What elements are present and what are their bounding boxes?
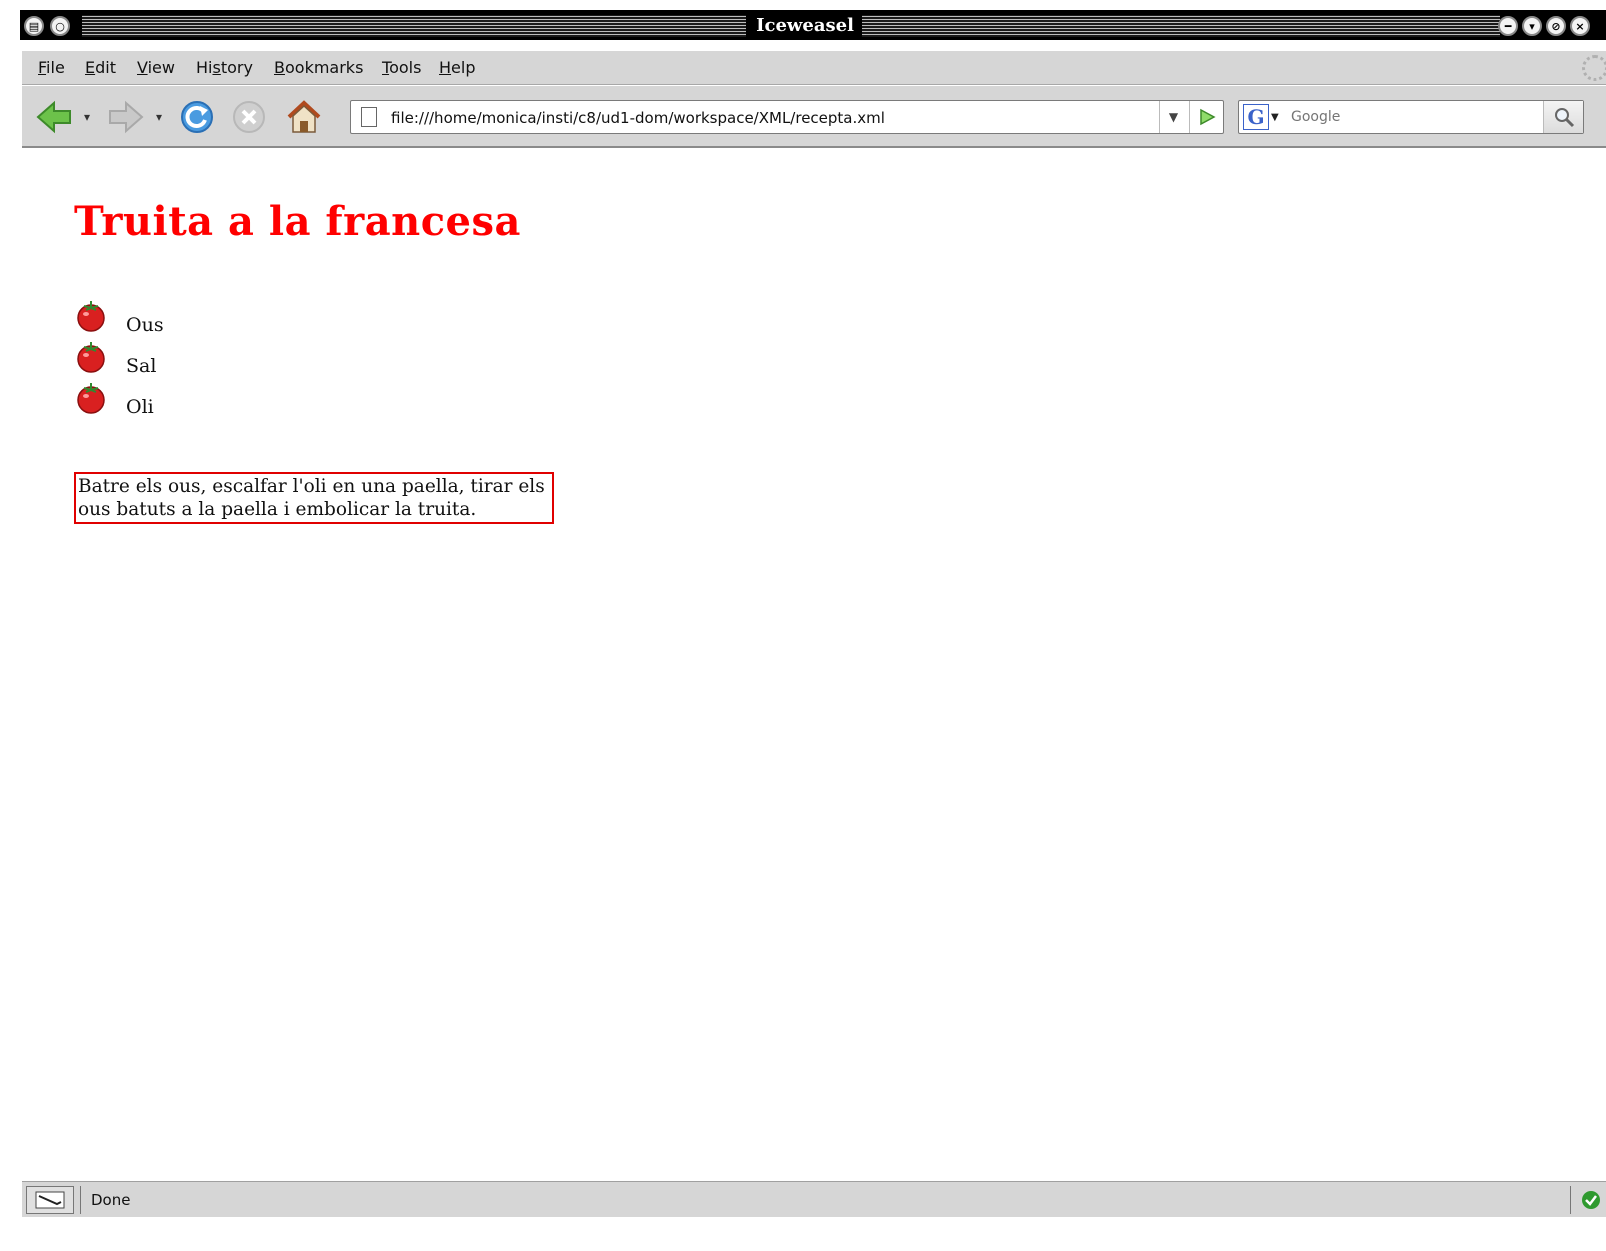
menu-label: ools [389, 58, 422, 77]
tomato-bullet-icon [77, 383, 105, 414]
window-bottom-border [20, 1217, 1606, 1251]
menu-accel: E [85, 58, 96, 77]
menu-tools[interactable]: Tools [382, 58, 421, 77]
url-history-dropdown-icon[interactable]: ▼ [1159, 101, 1187, 133]
title-decoration-right [862, 15, 1500, 37]
menu-view[interactable]: View [137, 58, 175, 77]
menu-accel: T [382, 58, 390, 77]
stop-icon[interactable] [232, 100, 266, 134]
shade-icon[interactable]: ━ [1498, 16, 1518, 36]
window-title: Iceweasel [756, 15, 854, 36]
recipe-title: Truita a la francesa [74, 198, 521, 245]
menu-help[interactable]: Help [439, 58, 475, 77]
search-icon[interactable] [1543, 101, 1583, 133]
tomato-bullet-icon [77, 342, 105, 373]
window-sticky-icon[interactable]: ○ [50, 16, 70, 36]
navigation-toolbar: ▾ ▾ file:///home/monica/insti/c8/ud1-dom… [22, 86, 1606, 148]
menu-label: ookmarks [284, 58, 364, 77]
tomato-bullet-icon [77, 301, 105, 332]
menu-accel: B [274, 58, 285, 77]
status-panel-icon[interactable] [26, 1186, 74, 1214]
forward-icon[interactable] [108, 100, 144, 134]
menu-accel: s [212, 58, 221, 77]
search-input[interactable] [1291, 101, 1541, 133]
search-engine-selector[interactable]: G ▼ [1241, 103, 1289, 131]
menu-bookmarks[interactable]: Bookmarks [274, 58, 363, 77]
reload-icon[interactable] [180, 100, 214, 134]
search-bar[interactable]: G ▼ [1238, 100, 1584, 134]
home-icon[interactable] [286, 100, 321, 134]
url-bar[interactable]: file:///home/monica/insti/c8/ud1-dom/wor… [350, 100, 1224, 134]
recipe-instructions: Batre els ous, escalfar l'oli en una pae… [74, 472, 554, 524]
maximize-icon[interactable]: ⊘ [1546, 16, 1566, 36]
menu-label: ile [46, 58, 65, 77]
status-text: Done [80, 1186, 130, 1214]
menu-file[interactable]: File [38, 58, 65, 77]
back-icon[interactable] [36, 100, 71, 134]
menu-label: tory [220, 58, 253, 77]
menu-accel: V [137, 58, 148, 77]
menu-accel: H [439, 58, 452, 77]
menu-accel: F [38, 58, 47, 77]
menu-label: Hi [196, 58, 213, 77]
ingredient-label: Ous [126, 314, 164, 336]
title-bar[interactable]: ▤ ○ Iceweasel ━ ▾ ⊘ × [20, 10, 1606, 40]
throbber-icon [1582, 55, 1606, 81]
browser-window: ▤ ○ Iceweasel ━ ▾ ⊘ × File Edit View His… [0, 0, 1606, 1251]
menu-edit[interactable]: Edit [85, 58, 116, 77]
window-menu-icon[interactable]: ▤ [24, 16, 44, 36]
close-icon[interactable]: × [1570, 16, 1590, 36]
minimize-icon[interactable]: ▾ [1522, 16, 1542, 36]
search-engine-logo: G [1243, 104, 1269, 130]
back-history-dropdown-icon[interactable]: ▾ [84, 110, 90, 124]
title-decoration-left [82, 15, 746, 37]
chevron-down-icon: ▼ [1271, 111, 1279, 123]
forward-history-dropdown-icon[interactable]: ▾ [156, 110, 162, 124]
page-icon [361, 107, 377, 127]
menu-bar: File Edit View History Bookmarks Tools H… [22, 51, 1606, 85]
url-text[interactable]: file:///home/monica/insti/c8/ud1-dom/wor… [391, 109, 885, 127]
ingredient-label: Oli [126, 396, 154, 418]
go-icon[interactable] [1189, 101, 1223, 133]
secure-check-icon [1570, 1186, 1606, 1214]
ingredient-label: Sal [126, 355, 157, 377]
page-content: Truita a la francesa Ous Sal Oli Batre e… [22, 148, 1606, 1180]
status-bar: Done [22, 1181, 1606, 1217]
menu-label: dit [95, 58, 116, 77]
menu-label: iew [147, 58, 175, 77]
menu-history[interactable]: History [196, 58, 253, 77]
menu-label: elp [451, 58, 476, 77]
